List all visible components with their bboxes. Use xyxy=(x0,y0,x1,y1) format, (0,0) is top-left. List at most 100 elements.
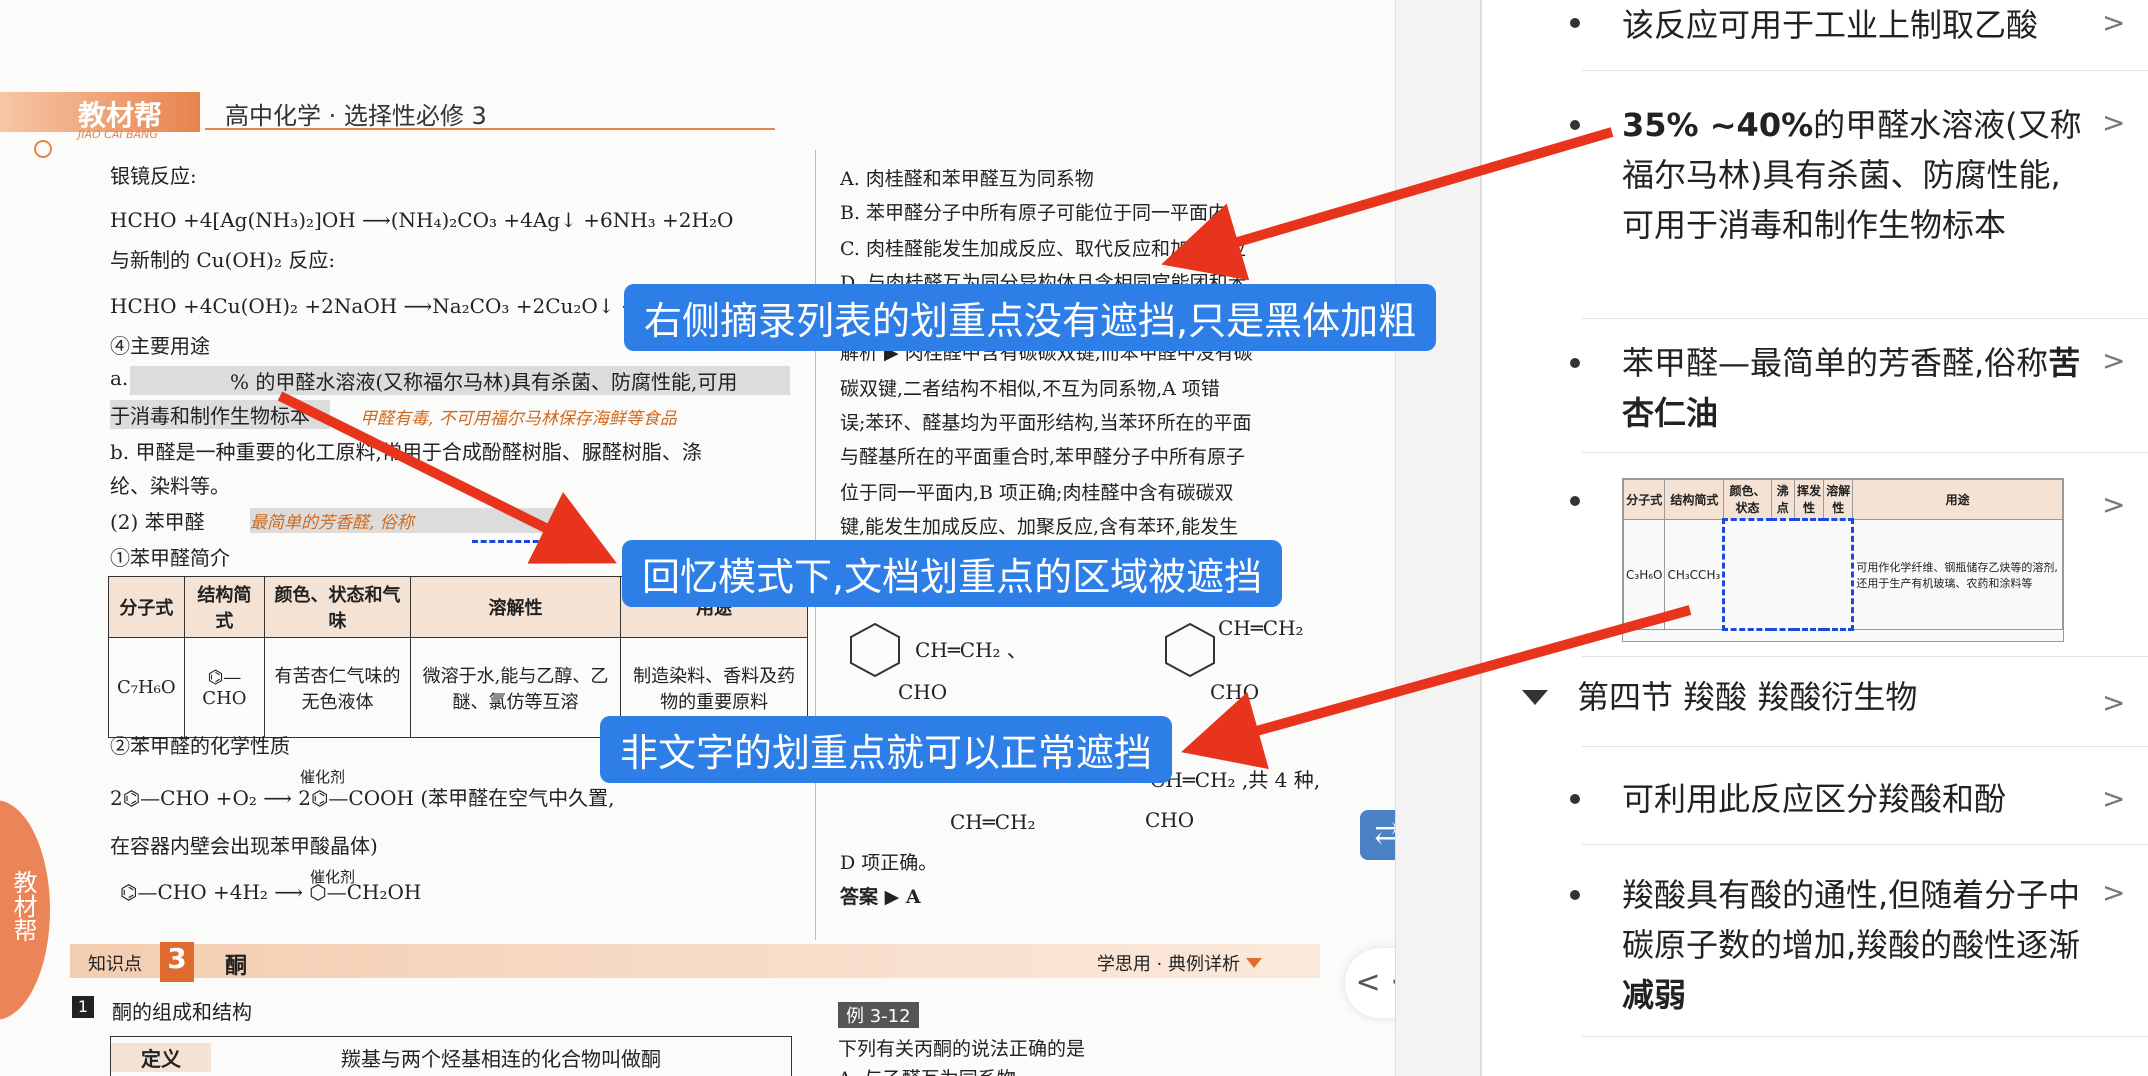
chevron-right-icon: > xyxy=(2102,876,2126,909)
excerpt-item[interactable]: 35% ~40%的甲醛水溶液(又称福尔马林)具有杀菌、防腐性能,可用于消毒和制作… xyxy=(1482,100,2148,300)
mini-header: 结构简式 xyxy=(1664,479,1725,520)
kp-right-label: 学思用 · 典例详析 xyxy=(1096,954,1240,975)
section-heading: 酮的组成和结构 xyxy=(112,1000,252,1024)
analysis-line: D 项正确。 xyxy=(840,852,938,874)
analysis-line: 与醛基所在的平面重合时,苯甲醛分子中所有原子 xyxy=(840,446,1246,468)
page-nav-button[interactable]: < · > xyxy=(1345,948,1395,1018)
bullet-icon xyxy=(1570,794,1580,804)
divider xyxy=(1582,746,2148,747)
kp-number: 3 xyxy=(160,942,194,982)
doc-line: 2⌬—CHO +O₂ ⟶ 2⌬—COOH (苯甲醛在空气中久置, xyxy=(110,786,615,810)
occlusion-mask[interactable] xyxy=(1722,518,1855,631)
kp-label: 知识点 xyxy=(88,954,142,975)
question-line: 下列有关丙酮的说法正确的是 xyxy=(838,1038,1086,1060)
occlusion-mask[interactable] xyxy=(472,540,582,543)
option-line: A. 肉桂醛和苯甲醛互为同系物 xyxy=(840,168,1094,190)
annotation-callout: 右侧摘录列表的划重点没有遮挡,只是黑体加粗 xyxy=(624,284,1437,351)
doc-line: HCHO +4Cu(OH)₂ +2NaOH ⟶Na₂CO₃ +2Cu₂O↓ + xyxy=(110,294,638,318)
divider xyxy=(1480,0,1481,1076)
triangle-down-icon xyxy=(1246,958,1262,968)
knowledge-point-bar: 知识点 3 酮 学思用 · 典例详析 xyxy=(70,942,1320,982)
highlighted-text[interactable]: % 的甲醛水溶液(又称福尔马林)具有杀菌、防腐性能,可用 xyxy=(130,366,790,395)
annotation-callout: 回忆模式下,文档划重点的区域被遮挡 xyxy=(622,540,1283,607)
mini-header: 用途 xyxy=(1852,479,2063,520)
excerpt-item[interactable]: 苯甲醛—最简单的芳香醛,俗称苦杏仁油 > xyxy=(1482,338,2148,438)
structure-label: CH═CH₂ 、 xyxy=(915,638,1027,662)
excerpt-item[interactable]: 可利用此反应区分羧酸和酚 > xyxy=(1482,774,2148,844)
brand-badge: 教材帮 JIAO CAI BANG xyxy=(0,92,200,141)
question-line: A. 与乙醛互为同系物 xyxy=(838,1064,1016,1076)
highlighted-text[interactable]: 于消毒和制作生物标本 xyxy=(110,400,330,429)
excerpt-text: 羧酸具有酸的通性,但随着分子中碳原子数的增加,羧酸的酸性逐渐减弱 xyxy=(1622,870,2092,1020)
chevron-right-icon: > xyxy=(2102,782,2126,815)
divider xyxy=(1582,844,2148,845)
excerpt-text: 该反应可用于工业上制取乙酸 xyxy=(1622,6,2039,44)
excerpt-table-image[interactable]: 分子式 结构简式 颜色、状态 沸点 挥发性 溶解性 用途 C₃H₆O CH₃CC… xyxy=(1622,478,2064,642)
mini-header: 沸点 xyxy=(1770,479,1795,520)
number-one-icon: 1 xyxy=(72,996,94,1018)
table-cell: 有苦杏仁气味的无色液体 xyxy=(264,637,411,738)
example-badge: 例 3-12 xyxy=(838,1002,919,1028)
mini-header: 颜色、状态 xyxy=(1723,479,1772,520)
doc-line: 银镜反应: xyxy=(110,164,197,188)
divider xyxy=(1582,318,2148,319)
bold-keyword: 35% ~40% xyxy=(1622,106,1814,144)
option-line: B. 苯甲醛分子中所有原子可能位于同一平面内 xyxy=(840,202,1228,224)
excerpt-text: 苯甲醛—最简单的芳香醛,俗称苦杏仁油 xyxy=(1622,338,2092,438)
analysis-line: 位于同一平面内,B 项正确;肉桂醛中含有碳碳双 xyxy=(840,482,1234,504)
excerpt-panel: 该反应可用于工业上制取乙酸 > 35% ~40%的甲醛水溶液(又称福尔马林)具有… xyxy=(1482,0,2148,1076)
definition-text: 羰基与两个烃基相连的化合物叫做酮 xyxy=(341,1047,661,1071)
chevron-right-icon: > xyxy=(2102,6,2126,39)
excerpt-item[interactable]: 该反应可用于工业上制取乙酸 > xyxy=(1482,0,2148,70)
header-rule xyxy=(205,128,775,130)
excerpt-text: 可利用此反应区分羧酸和酚 xyxy=(1622,780,2007,818)
header-circle-icon xyxy=(34,140,52,158)
doc-line: 纶、染料等。 xyxy=(110,474,230,498)
definition-box: 定义 羰基与两个烃基相连的化合物叫做酮 xyxy=(110,1036,792,1076)
doc-line: 在容器内壁会出现苯甲酸晶体) xyxy=(110,834,378,858)
book-header: 教材帮 JIAO CAI BANG 高中化学 · 选择性必修 3 xyxy=(0,92,780,141)
document-page: 教材帮 JIAO CAI BANG 高中化学 · 选择性必修 3 银镜反应: H… xyxy=(0,0,1395,1076)
definition-label: 定义 xyxy=(111,1043,211,1072)
doc-line: ①苯甲醛简介 xyxy=(110,546,230,570)
mini-header: 分子式 xyxy=(1622,479,1666,520)
annotation-callout: 非文字的划重点就可以正常遮挡 xyxy=(600,716,1173,783)
bullet-icon xyxy=(1570,890,1580,900)
mini-cell: C₃H₆O xyxy=(1622,519,1666,630)
structure-label: CH═CH₂ xyxy=(950,810,1036,834)
bullet-icon xyxy=(1570,120,1580,130)
structure-label: CHO xyxy=(1210,680,1260,704)
table-cell: 微溶于水,能与乙醇、乙醚、氯仿等互溶 xyxy=(409,637,622,738)
mini-header: 溶解性 xyxy=(1823,479,1854,520)
bullet-icon xyxy=(1570,358,1580,368)
structure-label: CHO xyxy=(898,680,948,704)
doc-line: HCHO +4[Ag(NH₃)₂]OH ⟶(NH₄)₂CO₃ +4Ag↓ +6N… xyxy=(110,208,734,232)
chevron-right-icon: > xyxy=(2102,686,2126,719)
table-header: 溶解性 xyxy=(409,576,622,638)
doc-line: b. 甲醛是一种重要的化工原料,常用于合成酚醛树脂、脲醛树脂、涤 xyxy=(110,440,702,464)
doc-line: (2) 苯甲醛 xyxy=(110,510,205,534)
kp-title: 酮 xyxy=(225,954,248,979)
handwritten-note[interactable]: 最简单的芳香醛, 俗称 xyxy=(250,508,560,533)
bullet-icon xyxy=(1570,496,1580,506)
doc-line: ⌬—CHO +4H₂ ⟶ ⬡—CH₂OH xyxy=(120,880,422,904)
doc-line: 与新制的 Cu(OH)₂ 反应: xyxy=(110,248,336,272)
excerpt-item[interactable]: 羧酸具有酸的通性,但随着分子中碳原子数的增加,羧酸的酸性逐渐减弱 > xyxy=(1482,870,2148,1030)
structure-label: CH═CH₂ xyxy=(1218,616,1304,640)
analysis-line: 键,能发生加成反应、加聚反应,含有苯环,能发生 xyxy=(840,516,1239,538)
divider xyxy=(1582,656,2148,657)
side-brand-badge: 教材帮 xyxy=(0,800,50,1020)
side-brand-text: 教材帮 xyxy=(9,870,37,942)
chevron-right-icon: > xyxy=(2102,106,2126,139)
excerpt-text: 35% ~40%的甲醛水溶液(又称福尔马林)具有杀菌、防腐性能,可用于消毒和制作… xyxy=(1622,100,2092,250)
analysis-line: 误;苯环、醛基均为平面形结构,当苯环所在的平面 xyxy=(840,412,1252,434)
swap-icon[interactable]: ⇄ xyxy=(1360,810,1395,860)
divider xyxy=(1582,1036,2148,1037)
triangle-down-icon xyxy=(1522,690,1548,705)
mini-header: 挥发性 xyxy=(1793,479,1825,520)
chevron-right-icon: > xyxy=(2102,344,2126,377)
book-title: 高中化学 · 选择性必修 3 xyxy=(225,102,487,130)
doc-line: ④主要用途 xyxy=(110,334,210,358)
section-header[interactable]: 第四节 羧酸 羧酸衍生物 > xyxy=(1482,672,2148,732)
table-cell: ⌬—CHO xyxy=(183,637,266,738)
